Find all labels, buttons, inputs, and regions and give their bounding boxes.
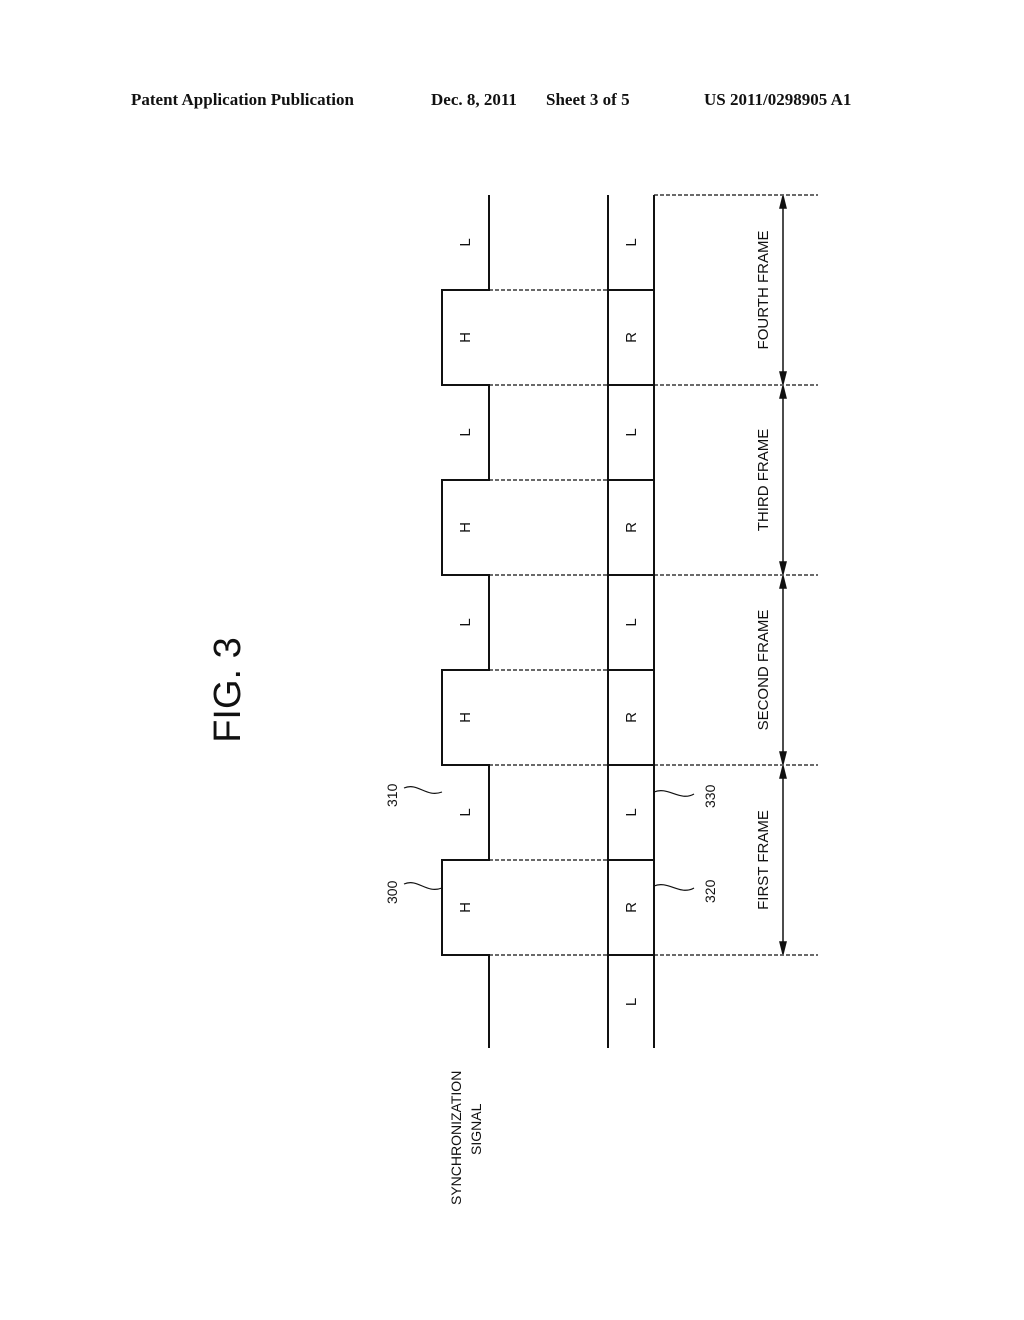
arrowhead-icon	[779, 941, 787, 955]
arrowhead-icon	[779, 371, 787, 385]
sync-high-label: H	[457, 902, 474, 913]
arrowhead-icon	[779, 575, 787, 589]
signal-label-line2: SIGNAL	[468, 1103, 484, 1155]
eye-left-label: L	[623, 808, 640, 816]
timing-diagram: FIRST FRAME H L R L SECOND FRAME H L R L THIRD FRA…	[207, 194, 818, 1205]
arrowhead-icon	[779, 385, 787, 399]
ref-320: 320	[702, 879, 718, 903]
eye-left-label: L	[623, 618, 640, 626]
arrowhead-icon	[779, 751, 787, 765]
leader-300	[403, 882, 443, 890]
initial-eye-state: L	[623, 998, 640, 1006]
ref-310: 310	[384, 783, 400, 807]
eye-right-label: R	[623, 522, 640, 533]
sync-low-label: L	[457, 238, 474, 246]
sync-high-label: H	[457, 332, 474, 343]
frame-label: FOURTH FRAME	[755, 231, 772, 350]
frame-label: SECOND FRAME	[755, 610, 772, 731]
ref-300: 300	[384, 880, 400, 904]
frame-label: THIRD FRAME	[755, 429, 772, 532]
sync-high-label: H	[457, 712, 474, 723]
leader-310	[403, 786, 443, 794]
eye-left-label: L	[623, 238, 640, 246]
frame-label: FIRST FRAME	[755, 810, 772, 910]
leader-320	[653, 884, 695, 891]
eye-right-label: R	[623, 332, 640, 343]
sync-high-label: H	[457, 522, 474, 533]
eye-right-label: R	[623, 712, 640, 723]
eye-right-label: R	[623, 902, 640, 913]
arrowhead-icon	[779, 561, 787, 575]
eye-left-label: L	[623, 428, 640, 436]
sync-low-label: L	[457, 808, 474, 816]
figure-title: FIG. 3	[207, 637, 249, 743]
sync-low-label: L	[457, 428, 474, 436]
arrowhead-icon	[779, 195, 787, 209]
sync-low-label: L	[457, 618, 474, 626]
arrowhead-icon	[779, 765, 787, 779]
ref-330: 330	[702, 784, 718, 808]
leader-330	[653, 790, 695, 797]
signal-label-line1: SYNCHRONIZATION	[448, 1071, 464, 1205]
